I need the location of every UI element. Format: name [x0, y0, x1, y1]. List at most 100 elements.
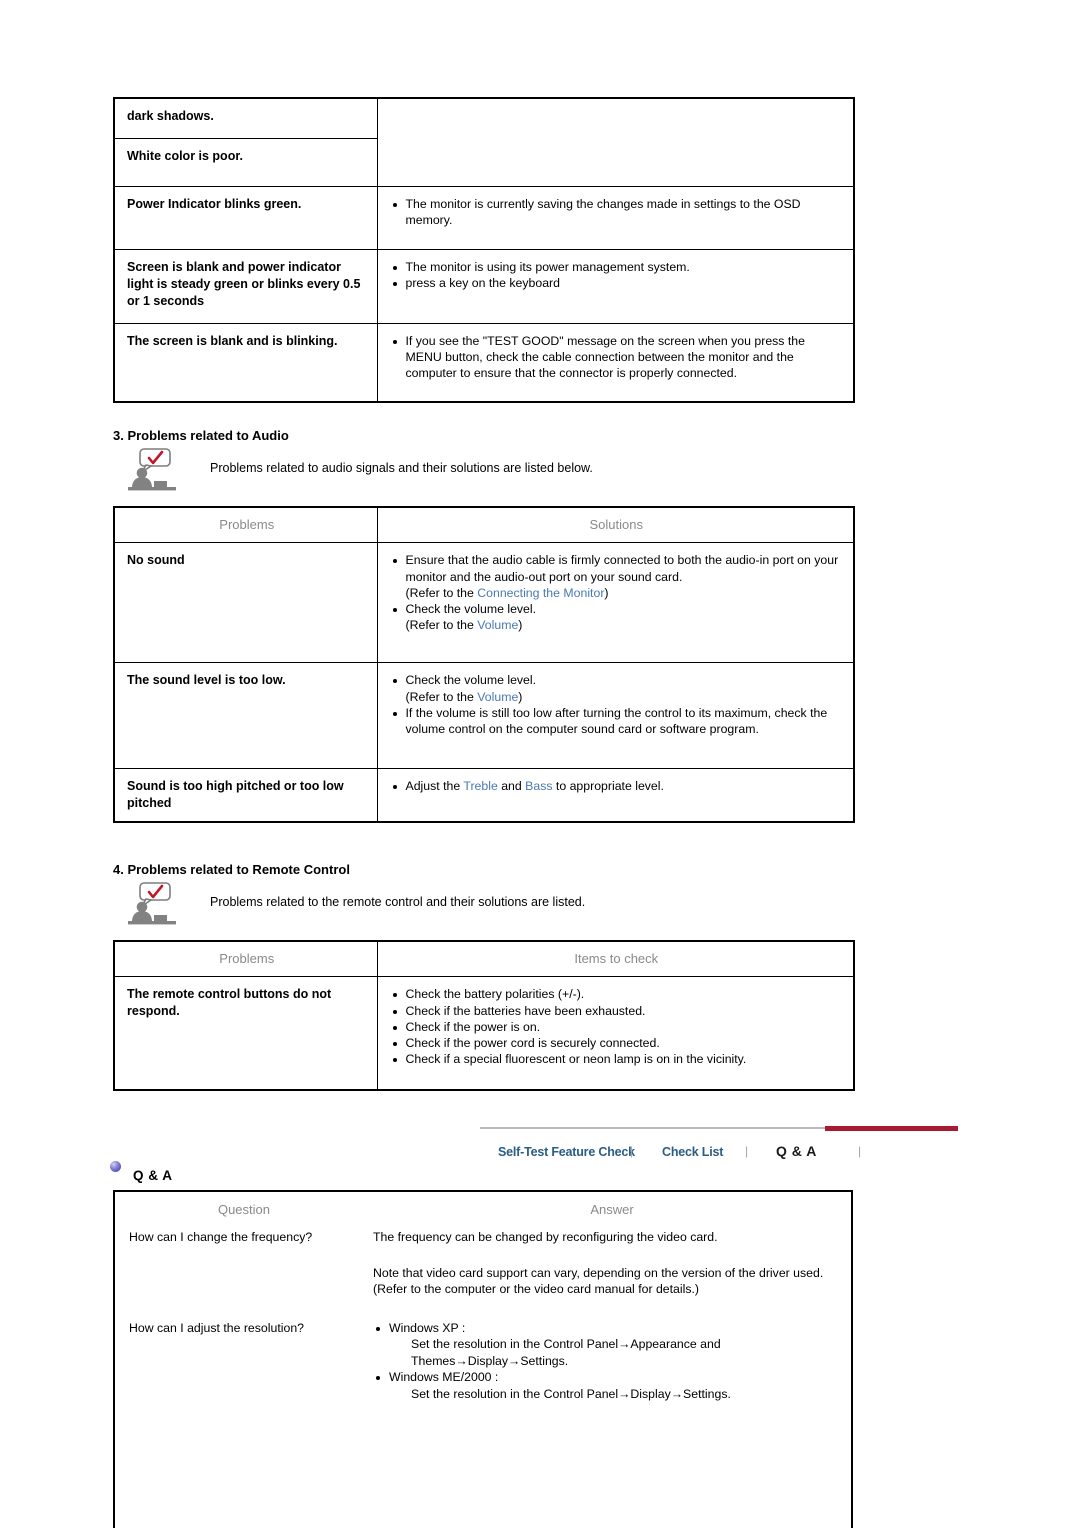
- nav-separator: |: [745, 1144, 749, 1158]
- items-cell: Check the battery polarities (+/-). Chec…: [376, 976, 855, 1091]
- section-heading-remote: 4. Problems related to Remote Control: [113, 862, 350, 877]
- sphere-bullet-icon: [110, 1161, 121, 1172]
- list-item: Check the volume level.: [390, 672, 844, 688]
- ref-pre: (Refer to the: [405, 618, 478, 633]
- solution-list: Ensure that the audio cable is firmly co…: [390, 552, 844, 585]
- note-remote: Problems related to the remote control a…: [126, 881, 585, 927]
- adjust-mid: and: [497, 779, 526, 794]
- list-item: press a key on the keyboard: [390, 275, 844, 291]
- column-header-items: Items to check: [376, 940, 855, 978]
- link-bass[interactable]: Bass: [525, 779, 552, 793]
- answer-paragraph-2: Note that video card support can vary, d…: [373, 1265, 824, 1297]
- link-treble[interactable]: Treble: [463, 779, 497, 793]
- qa-section-title: Q & A: [133, 1168, 173, 1183]
- document-page: dark shadows. White color is poor. Power…: [0, 0, 1080, 1528]
- solution-list: Check the volume level.: [390, 672, 844, 688]
- table-row: The sound level is too low. Check the vo…: [113, 662, 855, 770]
- table-row: Screen is blank and power indicator ligh…: [113, 248, 855, 324]
- os-label: Windows ME/2000 :: [389, 1370, 499, 1384]
- column-header-answer: Answer: [590, 1202, 634, 1217]
- table-row: How can I adjust the resolution? Windows…: [115, 1298, 851, 1403]
- column-header-solutions: Solutions: [376, 506, 855, 544]
- problem-cell: dark shadows.: [113, 97, 378, 139]
- solution-list-2: Check the volume level.: [390, 601, 844, 617]
- table-row: The screen is blank and is blinking. If …: [113, 322, 855, 403]
- question-cell: How can I adjust the resolution?: [129, 1320, 304, 1335]
- answer-cell: Windows XP : Set the resolution in the C…: [373, 1298, 851, 1403]
- video-problems-table: dark shadows. White color is poor. Power…: [113, 97, 855, 403]
- solution-list: The monitor is using its power managemen…: [390, 259, 844, 292]
- ref-post: ): [518, 689, 523, 704]
- ref-post: ): [604, 585, 609, 600]
- adjust-pre: Adjust the: [405, 779, 464, 794]
- list-item: Check the battery polarities (+/-).: [390, 986, 844, 1002]
- solution-cell: Check the volume level. (Refer to the Vo…: [376, 662, 855, 770]
- reference-connecting: (Refer to the Connecting the Monitor): [390, 585, 844, 601]
- solution-list: The monitor is currently saving the chan…: [390, 196, 844, 229]
- table-row: No sound Ensure that the audio cable is …: [113, 542, 855, 664]
- nav-separator: |: [630, 1144, 634, 1158]
- list-item: Ensure that the audio cable is firmly co…: [390, 552, 844, 585]
- solution-cell: The monitor is using its power managemen…: [376, 248, 855, 324]
- ref-pre: (Refer to the: [405, 689, 478, 704]
- table-header-row: Problems Items to check: [113, 940, 855, 978]
- remote-problems-table: Problems Items to check The remote contr…: [113, 940, 855, 1091]
- breadcrumb-nav: Self-Test Feature Check | Check List | Q…: [480, 1126, 958, 1161]
- ref-post: ): [518, 618, 523, 633]
- solution-list: Adjust the Treble and Bass to appropriat…: [390, 778, 844, 794]
- problem-cell: White color is poor.: [113, 137, 378, 187]
- solution-cell: Ensure that the audio cable is firmly co…: [376, 542, 855, 664]
- problem-cell: Screen is blank and power indicator ligh…: [113, 248, 378, 324]
- table-row: dark shadows.: [113, 97, 855, 187]
- solution-cell: The monitor is currently saving the chan…: [376, 185, 855, 250]
- os-detail: Set the resolution in the Control Panel→…: [411, 1337, 721, 1368]
- active-tab-underline: [825, 1126, 958, 1131]
- list-item: The monitor is currently saving the chan…: [390, 196, 844, 229]
- solution-cell-empty: [376, 97, 855, 187]
- problem-cell: The sound level is too low.: [113, 662, 378, 770]
- list-item: The monitor is using its power managemen…: [390, 259, 844, 275]
- question-cell: How can I change the frequency?: [129, 1230, 313, 1244]
- answer-paragraph-1: The frequency can be changed by reconfig…: [373, 1230, 718, 1244]
- audio-problems-table: Problems Solutions No sound Ensure that …: [113, 506, 855, 824]
- answer-cell: The frequency can be changed by reconfig…: [373, 1229, 851, 1298]
- list-item: Check if the power cord is securely conn…: [390, 1035, 844, 1051]
- list-item: Check if a special fluorescent or neon l…: [390, 1051, 844, 1067]
- table-row: Power Indicator blinks green. The monito…: [113, 185, 855, 250]
- tab-check-list[interactable]: Check List: [662, 1145, 723, 1159]
- table-header-row: Problems Solutions: [113, 506, 855, 544]
- solution-cell: Adjust the Treble and Bass to appropriat…: [376, 768, 855, 823]
- column-header-problems: Problems: [113, 940, 378, 978]
- list-item-text: Ensure that the audio cable is firmly co…: [405, 553, 839, 584]
- os-label: Windows XP :: [389, 1320, 466, 1335]
- table-row: Sound is too high pitched or too low pit…: [113, 768, 855, 823]
- qa-table: Question Answer How can I change the fre…: [113, 1190, 853, 1528]
- tab-self-test-feature-check[interactable]: Self-Test Feature Check: [498, 1145, 635, 1159]
- list-item: Windows XP : Set the resolution in the C…: [373, 1320, 845, 1370]
- link-volume[interactable]: Volume: [477, 690, 518, 704]
- list-item: If the volume is still too low after tur…: [390, 705, 844, 738]
- solution-list-2: If the volume is still too low after tur…: [390, 705, 844, 738]
- section-heading-audio: 3. Problems related to Audio: [113, 428, 289, 443]
- note-text: Problems related to audio signals and th…: [210, 461, 593, 475]
- nav-divider-line: [480, 1127, 825, 1129]
- person-speech-bubble-check-icon: [128, 448, 176, 491]
- link-volume[interactable]: Volume: [477, 618, 518, 632]
- column-header-question: Question: [217, 1202, 271, 1217]
- tab-q-and-a[interactable]: Q & A: [776, 1143, 817, 1159]
- problem-cell: The screen is blank and is blinking.: [113, 322, 378, 403]
- link-connecting-the-monitor[interactable]: Connecting the Monitor: [477, 586, 604, 600]
- list-item: Windows ME/2000 : Set the resolution in …: [373, 1369, 845, 1402]
- list-item: Check the volume level.: [390, 601, 844, 617]
- qa-inner-table: Question Answer How can I change the fre…: [115, 1192, 851, 1402]
- problem-cell: Power Indicator blinks green.: [113, 185, 378, 250]
- table-header-row: Question Answer: [115, 1192, 851, 1229]
- os-detail: Set the resolution in the Control Panel→…: [411, 1386, 731, 1401]
- table-row: How can I change the frequency? The freq…: [115, 1229, 851, 1298]
- problem-cell: No sound: [113, 542, 378, 664]
- list-item: Check if the batteries have been exhaust…: [390, 1003, 844, 1019]
- list-item: Adjust the Treble and Bass to appropriat…: [390, 778, 844, 794]
- problem-cell: Sound is too high pitched or too low pit…: [113, 768, 378, 823]
- adjust-post: to appropriate level.: [552, 779, 664, 794]
- solution-list: If you see the "TEST GOOD" message on th…: [390, 333, 844, 382]
